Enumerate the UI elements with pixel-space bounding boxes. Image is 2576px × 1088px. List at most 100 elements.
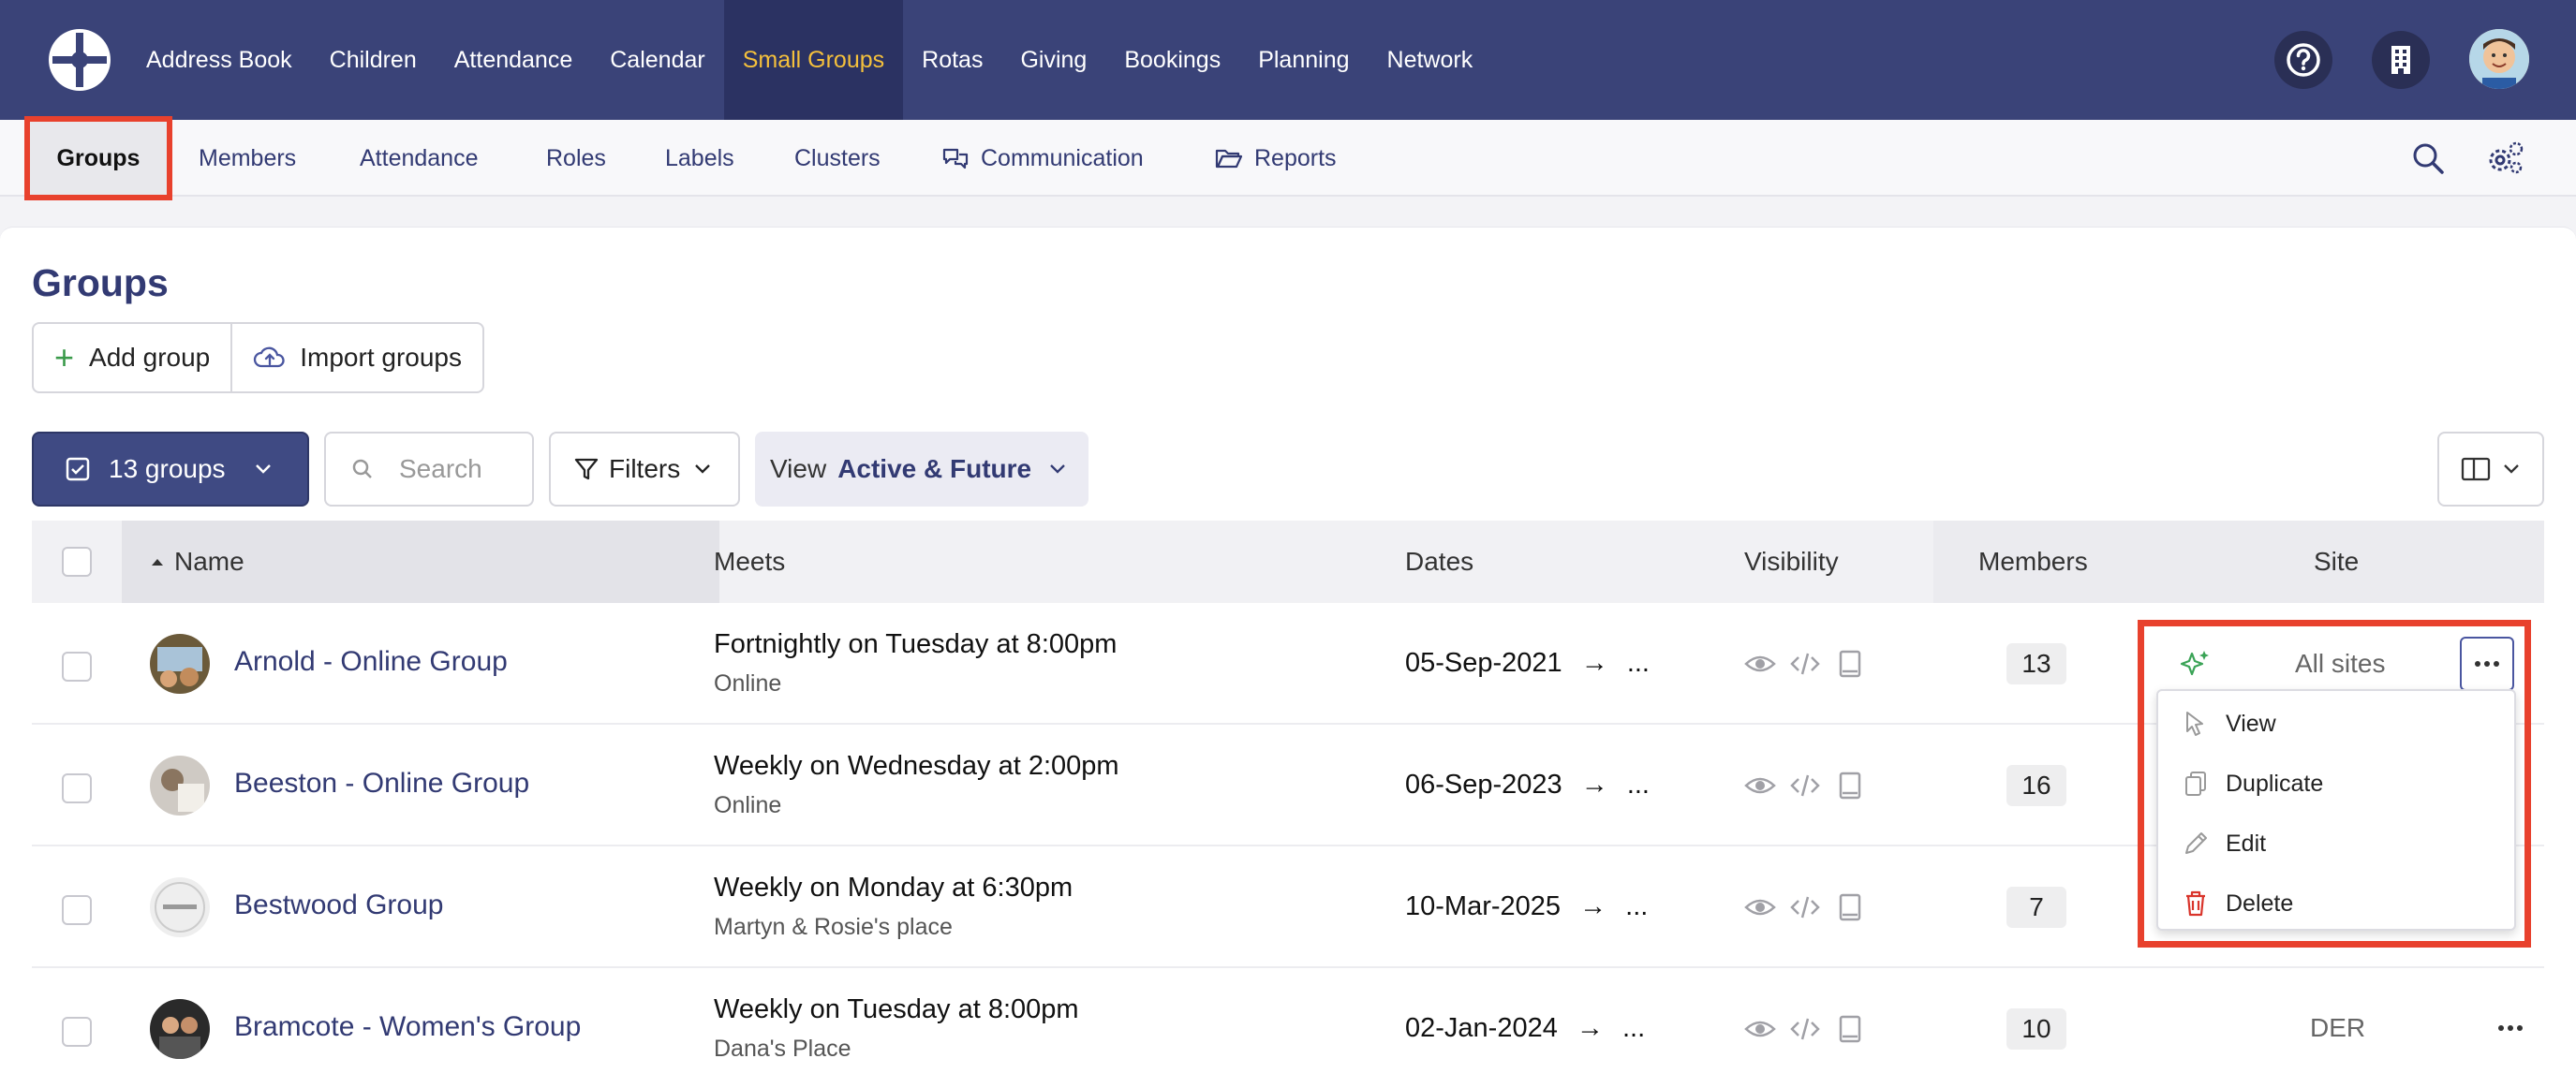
menu-item-edit-label: Edit [2226,830,2267,857]
group-name-link[interactable]: Bestwood Group [234,890,443,921]
group-avatar [150,634,210,694]
page-title: Groups [32,261,169,304]
plus-icon: + [54,338,75,376]
start-date: 10-Mar-2025 [1405,891,1562,921]
row-checkbox[interactable] [62,895,92,925]
table-header: Name Meets Dates Visibility Members Site [32,521,2544,603]
nav-bookings[interactable]: Bookings [1105,0,1239,120]
select-all-checkbox[interactable] [62,547,92,577]
chevron-down-icon [2504,464,2519,474]
row-checkbox[interactable] [62,652,92,682]
start-date: 06-Sep-2023 [1405,770,1562,800]
column-header-members[interactable]: Members [1978,521,2088,603]
view-label: View [770,454,827,483]
import-groups-button[interactable]: Import groups [230,324,482,391]
pencil-icon [2185,832,2207,854]
row-actions-menu: View Duplicate Edit Delete [2156,689,2516,931]
code-icon [1790,774,1820,797]
arrow-right-icon: → [1579,891,1607,921]
trash-icon [2186,890,2205,917]
nav-small-groups[interactable]: Small Groups [723,0,904,120]
chevron-down-icon [695,464,711,474]
search-icon [352,459,372,478]
group-name-link[interactable]: Arnold - Online Group [234,646,508,678]
visibility-icons [1744,770,1866,801]
group-name-link[interactable]: Beeston - Online Group [234,768,529,800]
row-checkbox[interactable] [62,1017,92,1047]
nav-children[interactable]: Children [311,0,436,120]
member-count-badge: 13 [2006,643,2066,684]
group-dates: 06-Sep-2023 → ... [1405,770,1650,801]
tab-clusters[interactable]: Clusters [794,120,881,197]
groups-count-label: 13 groups [109,454,226,483]
tab-roles[interactable]: Roles [546,120,606,197]
app-logo-icon[interactable] [47,27,112,93]
tab-communication-label: Communication [981,144,1144,171]
nav-attendance[interactable]: Attendance [436,0,592,120]
nav-giving[interactable]: Giving [1001,0,1105,120]
end-date: ... [1626,770,1650,800]
group-dates: 10-Mar-2025 → ... [1405,891,1648,922]
view-filter-button[interactable]: View Active & Future [755,432,1088,507]
menu-item-view[interactable]: View [2158,695,2514,753]
member-count-badge: 7 [2006,887,2066,928]
columns-button[interactable] [2437,432,2544,507]
member-count-badge: 16 [2006,765,2066,806]
menu-item-view-label: View [2226,710,2276,737]
tab-members[interactable]: Members [199,120,296,197]
code-icon [1790,896,1820,919]
group-name-link[interactable]: Bramcote - Women's Group [234,1011,581,1043]
nav-network[interactable]: Network [1369,0,1492,120]
table-row[interactable]: Bramcote - Women's Group Weekly on Tuesd… [32,968,2544,1088]
groups-count-button[interactable]: 13 groups [32,432,309,507]
eye-icon [1744,899,1776,916]
copy-icon [2185,772,2206,796]
tab-attendance[interactable]: Attendance [360,120,479,197]
filters-button[interactable]: Filters [549,432,740,507]
meets-schedule: Weekly on Wednesday at 2:00pm [714,751,1119,781]
meets-location: Dana's Place [714,1036,851,1062]
menu-item-edit[interactable]: Edit [2158,815,2514,873]
column-header-visibility[interactable]: Visibility [1744,521,1839,603]
group-avatar [150,756,210,816]
nav-rotas[interactable]: Rotas [903,0,1001,120]
column-header-site[interactable]: Site [2314,521,2359,603]
tab-groups[interactable]: Groups [26,120,170,197]
settings-gears-icon[interactable] [2484,120,2525,197]
cursor-pointer-icon [2186,712,2203,736]
row-actions-button[interactable] [2486,1004,2535,1052]
group-avatar [150,999,210,1059]
help-icon[interactable] [2274,31,2332,89]
menu-item-delete[interactable]: Delete [2158,875,2514,933]
group-dates: 02-Jan-2024 → ... [1405,1013,1645,1044]
column-header-meets[interactable]: Meets [714,521,785,603]
user-avatar[interactable] [2469,29,2529,89]
tab-reports[interactable]: Reports [1215,120,1337,197]
tablet-icon [1839,1015,1861,1043]
row-checkbox[interactable] [62,773,92,803]
sparkle-icon [2180,651,2209,676]
tab-labels[interactable]: Labels [665,120,734,197]
filters-label: Filters [609,454,681,483]
column-header-dates[interactable]: Dates [1405,521,1473,603]
tab-communication[interactable]: Communication [941,120,1144,197]
arrow-right-icon: → [1580,770,1608,800]
add-group-button[interactable]: + Add group [34,324,230,391]
meets-location: Online [714,670,782,697]
row-actions-button-open[interactable] [2460,637,2514,691]
nav-address-book[interactable]: Address Book [127,0,311,120]
search-icon[interactable] [2411,120,2445,197]
search-placeholder: Search [399,454,482,483]
end-date: ... [1621,1013,1646,1043]
view-value: Active & Future [837,454,1032,483]
column-header-name[interactable]: Name [150,521,244,603]
chevron-down-icon [1050,464,1065,474]
top-navigation-bar: Address Book Children Attendance Calenda… [0,0,2576,120]
nav-calendar[interactable]: Calendar [591,0,723,120]
building-icon[interactable] [2372,31,2430,89]
menu-item-duplicate-label: Duplicate [2226,770,2324,797]
menu-item-duplicate[interactable]: Duplicate [2158,755,2514,813]
nav-planning[interactable]: Planning [1239,0,1368,120]
meets-schedule: Weekly on Monday at 6:30pm [714,873,1073,903]
search-input[interactable]: Search [324,432,534,507]
